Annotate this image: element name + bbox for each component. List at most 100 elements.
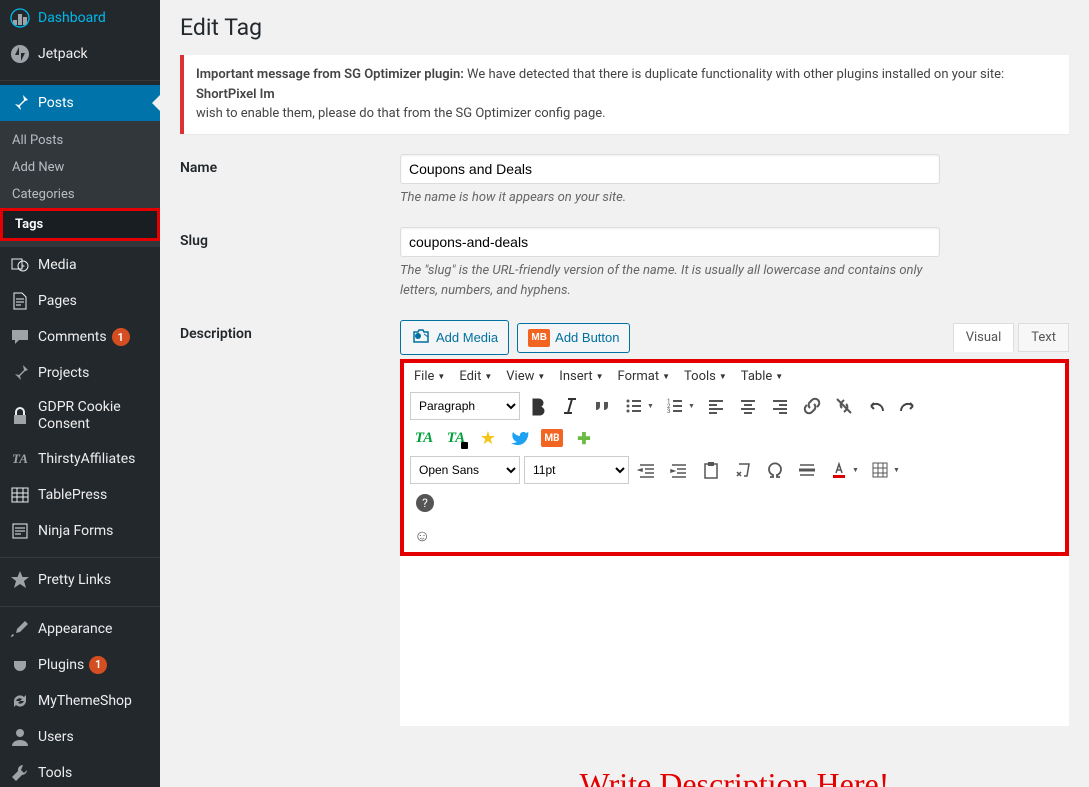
menu-edit[interactable]: Edit▼ — [457, 365, 494, 388]
bold-button[interactable] — [524, 392, 552, 420]
sidebar-item-plugins[interactable]: Plugins 1 — [0, 647, 160, 683]
visual-tab[interactable]: Visual — [953, 323, 1015, 352]
sidebar-item-posts[interactable]: Posts — [0, 85, 160, 121]
slug-input[interactable] — [400, 227, 940, 257]
svg-text:3: 3 — [667, 408, 670, 415]
sidebar-item-tablepress[interactable]: TablePress — [0, 477, 160, 513]
submenu-categories[interactable]: Categories — [0, 181, 160, 208]
sidebar-item-users[interactable]: Users — [0, 719, 160, 755]
menu-format[interactable]: Format▼ — [616, 365, 673, 388]
brush-icon — [10, 619, 30, 639]
sidebar-item-mythemeshop[interactable]: MyThemeShop — [0, 683, 160, 719]
ta-quick-button[interactable]: TA — [442, 424, 470, 452]
indent-button[interactable] — [665, 456, 693, 484]
block-format-select[interactable]: Paragraph — [410, 392, 520, 420]
paste-button[interactable] — [697, 456, 725, 484]
star-button[interactable]: ★ — [474, 424, 502, 452]
italic-button[interactable] — [556, 392, 584, 420]
menu-view[interactable]: View▼ — [504, 365, 547, 388]
admin-sidebar: Dashboard Jetpack Posts All Posts Add Ne… — [0, 0, 160, 787]
add-button-button[interactable]: MB Add Button — [517, 323, 630, 353]
sidebar-item-thirstyaffiliates[interactable]: TA ThirstyAffiliates — [0, 441, 160, 477]
menu-label: Media — [38, 257, 77, 273]
editor-content-area[interactable] — [400, 556, 1069, 726]
name-label: Name — [180, 154, 400, 208]
text-color-button[interactable] — [825, 456, 853, 484]
comments-badge: 1 — [112, 328, 130, 346]
add-media-label: Add Media — [436, 330, 498, 345]
undo-button[interactable] — [862, 392, 890, 420]
link-button[interactable] — [798, 392, 826, 420]
bullet-list-button[interactable] — [620, 392, 648, 420]
redo-button[interactable] — [894, 392, 922, 420]
sidebar-item-ninjaforms[interactable]: Ninja Forms — [0, 513, 160, 549]
special-char-button[interactable] — [761, 456, 789, 484]
menu-tools[interactable]: Tools▼ — [682, 365, 729, 388]
align-center-button[interactable] — [734, 392, 762, 420]
menu-label: Dashboard — [38, 10, 106, 26]
form-icon — [10, 521, 30, 541]
notice-line2: wish to enable them, please do that from… — [196, 106, 606, 121]
editor-toolbar-1: Paragraph ▼ 123▼ — [404, 390, 1065, 422]
ta-affiliate-button[interactable]: TA — [410, 424, 438, 452]
menu-label: Plugins — [38, 657, 84, 673]
sidebar-item-media[interactable]: Media — [0, 247, 160, 283]
sidebar-item-pages[interactable]: Pages — [0, 283, 160, 319]
twitter-button[interactable] — [506, 424, 534, 452]
outdent-button[interactable] — [633, 456, 661, 484]
font-family-select[interactable]: Open Sans — [410, 456, 520, 484]
align-left-button[interactable] — [702, 392, 730, 420]
notice-plugin: ShortPixel Im — [196, 87, 275, 102]
help-icon[interactable]: ? — [416, 494, 434, 512]
sidebar-item-tools[interactable]: Tools — [0, 755, 160, 787]
text-tab[interactable]: Text — [1018, 323, 1069, 352]
main-content: Edit Tag Important message from SG Optim… — [160, 0, 1089, 787]
sidebar-item-prettylinks[interactable]: Pretty Links — [0, 562, 160, 598]
submenu-add-new[interactable]: Add New — [0, 154, 160, 181]
menu-file[interactable]: File▼ — [412, 365, 447, 388]
sidebar-item-projects[interactable]: Projects — [0, 355, 160, 391]
notice-strong: Important message from SG Optimizer plug… — [196, 67, 464, 82]
name-input[interactable] — [400, 154, 940, 184]
sidebar-item-jetpack[interactable]: Jetpack — [0, 36, 160, 72]
align-right-button[interactable] — [766, 392, 794, 420]
editor-toolbar-4: ? — [404, 486, 1065, 520]
wrench-icon — [10, 763, 30, 783]
submenu-tags[interactable]: Tags — [0, 208, 160, 241]
page-title: Edit Tag — [180, 14, 1069, 41]
blockquote-button[interactable] — [588, 392, 616, 420]
number-list-button[interactable]: 123 — [661, 392, 689, 420]
table-icon — [10, 485, 30, 505]
emoji-button[interactable]: ☺ — [404, 520, 1065, 552]
notice-text: We have detected that there is duplicate… — [464, 67, 1004, 82]
slug-help: The "slug" is the URL-friendly version o… — [400, 261, 940, 300]
table-button[interactable] — [866, 456, 894, 484]
plug-icon — [10, 655, 30, 675]
slug-label: Slug — [180, 227, 400, 300]
menu-insert[interactable]: Insert▼ — [557, 365, 605, 388]
pin-icon — [10, 363, 30, 383]
submenu-all-posts[interactable]: All Posts — [0, 127, 160, 154]
dashboard-icon — [10, 8, 30, 28]
menu-label: Posts — [38, 95, 74, 111]
add-media-button[interactable]: Add Media — [400, 320, 509, 355]
clear-format-button[interactable] — [729, 456, 757, 484]
camera-icon — [411, 326, 431, 349]
sidebar-item-dashboard[interactable]: Dashboard — [0, 0, 160, 36]
unlink-button[interactable] — [830, 392, 858, 420]
menu-label: Pages — [38, 293, 77, 309]
sidebar-item-gdpr[interactable]: GDPR Cookie Consent — [0, 391, 160, 441]
maxbuttons-button[interactable]: MB — [538, 424, 566, 452]
posts-submenu: All Posts Add New Categories Tags — [0, 121, 160, 247]
add-element-button[interactable]: ✚ — [570, 424, 598, 452]
menu-label: TablePress — [38, 487, 107, 503]
hr-button[interactable] — [793, 456, 821, 484]
sidebar-item-comments[interactable]: Comments 1 — [0, 319, 160, 355]
menu-label: Pretty Links — [38, 572, 111, 588]
menu-table[interactable]: Table▼ — [739, 365, 785, 388]
plugins-badge: 1 — [89, 656, 107, 674]
page-icon — [10, 291, 30, 311]
sidebar-item-appearance[interactable]: Appearance — [0, 611, 160, 647]
refresh-icon — [10, 691, 30, 711]
font-size-select[interactable]: 11pt — [524, 456, 629, 484]
